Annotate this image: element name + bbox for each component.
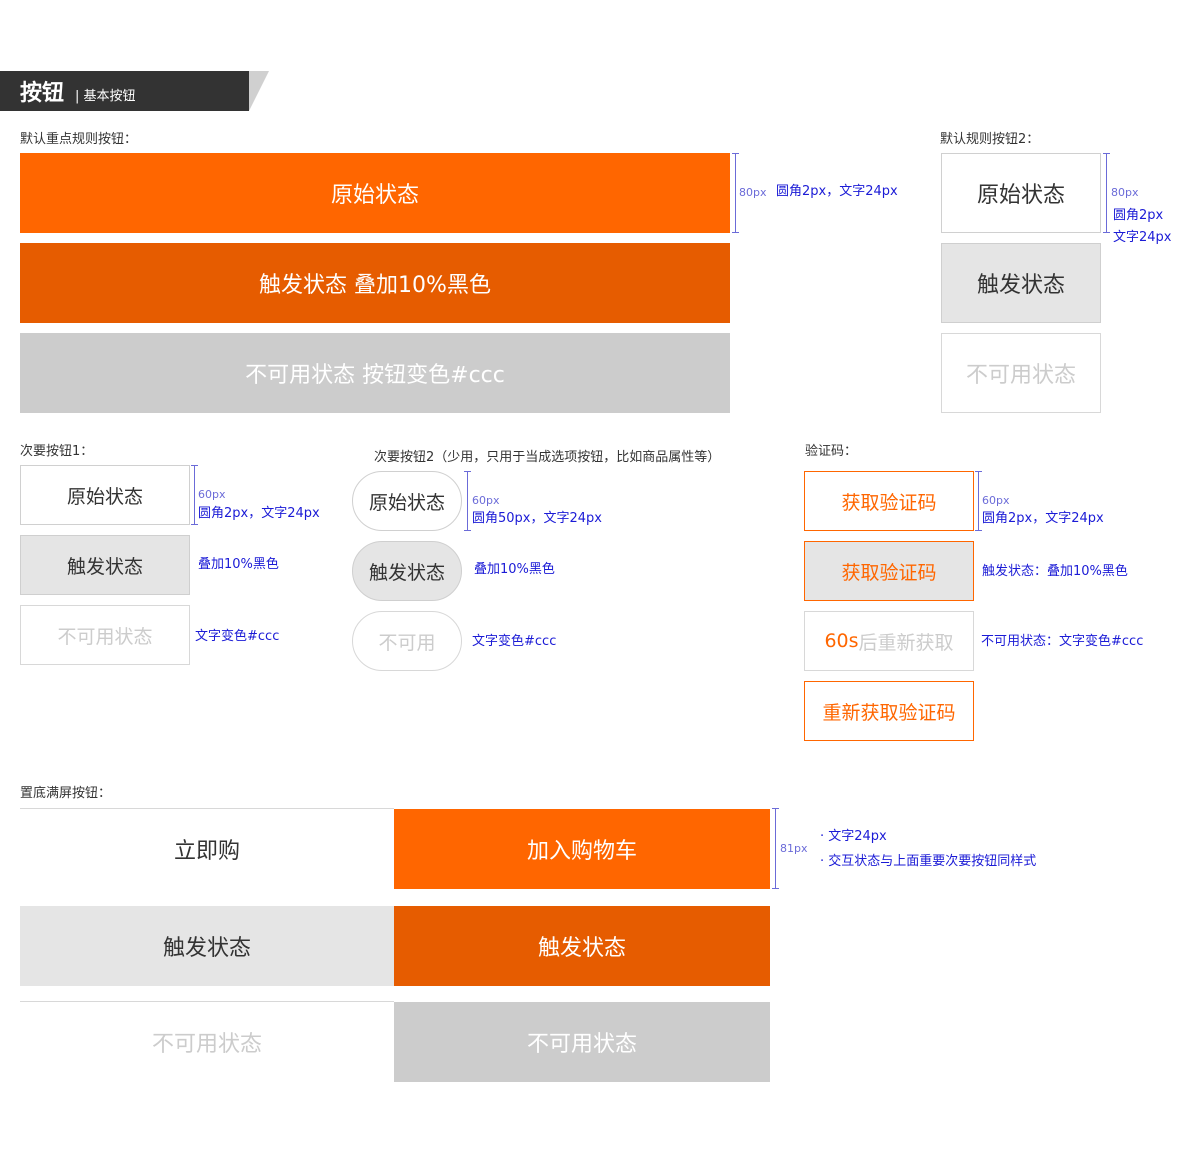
countdown-seconds: 60s: [824, 630, 859, 652]
add-to-cart-pressed-button[interactable]: 触发状态: [394, 906, 770, 986]
primary2-pressed-button[interactable]: 触发状态: [941, 243, 1101, 323]
primary-height-marker: [732, 153, 739, 233]
add-to-cart-button[interactable]: 加入购物车: [394, 809, 770, 889]
secondary1-normal-button[interactable]: 原始状态: [20, 465, 190, 525]
secondary2-pressed-button[interactable]: 触发状态: [352, 541, 462, 601]
captcha-pressed-note: 触发状态：叠加10%黑色: [982, 564, 1128, 579]
secondary1-size-label: 60px: [198, 488, 226, 501]
secondary2-disabled-note: 文字变色#ccc: [472, 634, 557, 649]
primary2-label: 默认规则按钮2：: [940, 132, 1040, 147]
captcha-pressed-button[interactable]: 获取验证码: [804, 541, 974, 601]
primary-normal-button[interactable]: 原始状态: [20, 153, 730, 233]
primary2-height-marker: [1103, 153, 1110, 233]
secondary2-spec-note: 圆角50px，文字24px: [472, 511, 602, 526]
secondary2-disabled-button[interactable]: 不可用: [352, 611, 462, 671]
captcha-countdown-button[interactable]: 60s 后重新获取: [804, 611, 974, 671]
buy-now-pressed-button[interactable]: 触发状态: [20, 906, 394, 986]
captcha-size-label: 60px: [982, 494, 1010, 507]
secondary1-pressed-button[interactable]: 触发状态: [20, 535, 190, 595]
bottom-note-1: · 文字24px: [820, 829, 887, 844]
bottom-note-2: · 交互状态与上面重要次要按钮同样式: [820, 854, 1037, 869]
primary-size-label: 80px: [739, 186, 767, 199]
bottom-size-label: 81px: [780, 842, 808, 855]
buy-now-button[interactable]: 立即购: [20, 809, 394, 889]
secondary2-size-label: 60px: [472, 494, 500, 507]
secondary2-pressed-note: 叠加10%黑色: [474, 562, 555, 577]
primary2-spec-note-2: 文字24px: [1113, 230, 1172, 245]
primary2-disabled-button[interactable]: 不可用状态: [941, 333, 1101, 413]
primary-spec-note: 圆角2px，文字24px: [776, 184, 898, 199]
secondary2-height-marker: [464, 471, 471, 531]
primary2-normal-button[interactable]: 原始状态: [941, 153, 1101, 233]
secondary1-disabled-button[interactable]: 不可用状态: [20, 605, 190, 665]
captcha-height-marker: [975, 471, 982, 531]
primary2-spec-note-1: 圆角2px: [1113, 208, 1164, 223]
countdown-text: 后重新获取: [858, 631, 954, 654]
add-to-cart-disabled-button[interactable]: 不可用状态: [394, 1002, 770, 1082]
secondary1-label: 次要按钮1：: [20, 444, 94, 459]
secondary1-disabled-note: 文字变色#ccc: [195, 629, 280, 644]
secondary1-spec-note: 圆角2px，文字24px: [198, 506, 320, 521]
primary-label: 默认重点规则按钮：: [20, 132, 138, 147]
section-title: 按钮: [20, 81, 65, 106]
primary-pressed-button[interactable]: 触发状态 叠加10%黑色: [20, 243, 730, 323]
bottom-height-marker: [772, 808, 779, 889]
captcha-normal-button[interactable]: 获取验证码: [804, 471, 974, 531]
captcha-label: 验证码：: [805, 444, 858, 459]
secondary2-normal-button[interactable]: 原始状态: [352, 471, 462, 531]
buy-now-disabled-button[interactable]: 不可用状态: [20, 1002, 394, 1082]
captcha-disabled-note: 不可用状态：文字变色#ccc: [981, 634, 1144, 649]
section-subtitle: | 基本按钮: [75, 89, 136, 104]
bottom-label: 置底满屏按钮：: [20, 786, 112, 801]
primary-disabled-button[interactable]: 不可用状态 按钮变色#ccc: [20, 333, 730, 413]
captcha-spec-note: 圆角2px，文字24px: [982, 511, 1104, 526]
secondary1-pressed-note: 叠加10%黑色: [198, 557, 279, 572]
primary2-size-label: 80px: [1111, 186, 1139, 199]
captcha-retry-button[interactable]: 重新获取验证码: [804, 681, 974, 741]
section-header-tail: [249, 71, 269, 111]
secondary1-height-marker: [191, 465, 198, 525]
secondary2-label: 次要按钮2（少用，只用于当成选项按钮，比如商品属性等）: [374, 450, 721, 465]
